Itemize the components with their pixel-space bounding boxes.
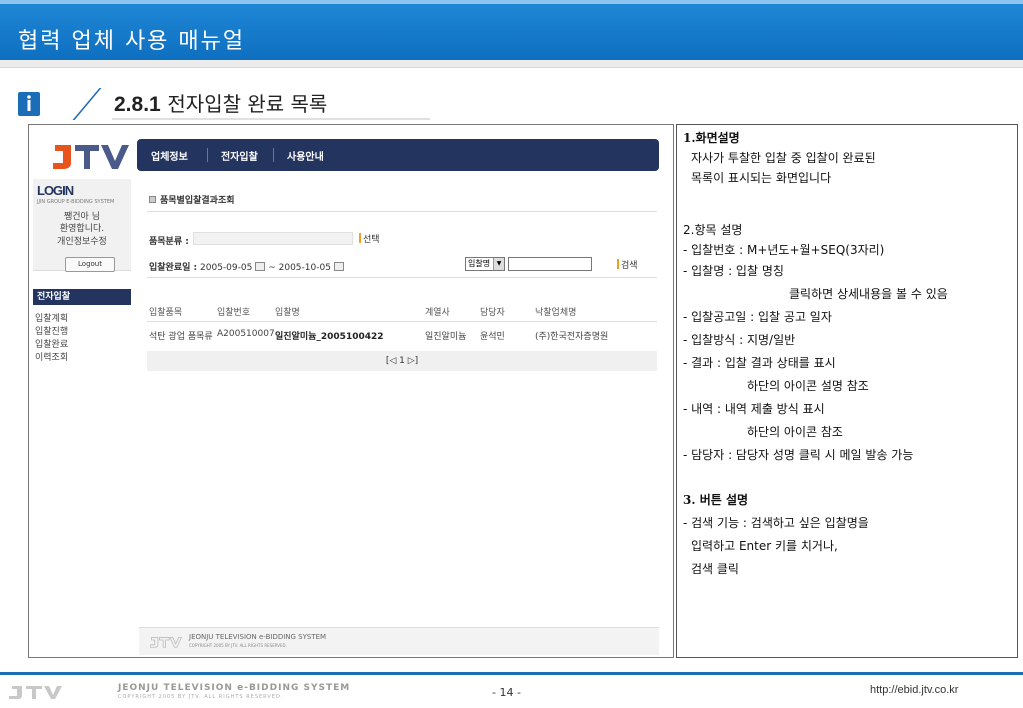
section-underline bbox=[112, 118, 430, 120]
menu-item-bid-complete[interactable]: 입찰완료 bbox=[35, 337, 68, 350]
login-title: LOGIN bbox=[37, 183, 74, 198]
desc-s3-title-text: 3. 버튼 설명 bbox=[683, 493, 749, 507]
top-nav: 업체정보 전자입찰 사용안내 bbox=[137, 139, 659, 171]
login-subtitle: JJIN GROUP E-BIDDING SYSTEM bbox=[37, 199, 115, 205]
desc-line: - 결과 : 입찰 결과 상태를 표시 bbox=[683, 356, 836, 370]
login-box: LOGIN JJIN GROUP E-BIDDING SYSTEM 쨍건아 님 … bbox=[33, 179, 131, 272]
page-number: - 14 - bbox=[492, 686, 521, 699]
cell-manager-link[interactable]: 윤석민 bbox=[480, 329, 505, 342]
footer-system-name: JEONJU TELEVISION e-BIDDING SYSTEM bbox=[118, 683, 351, 693]
nav-separator bbox=[207, 148, 208, 162]
nav-e-bidding[interactable]: 전자입찰 bbox=[221, 148, 258, 163]
divider bbox=[147, 211, 657, 212]
title-bullet-icon bbox=[149, 196, 156, 203]
desc-line: - 담당자 : 담당자 성명 클릭 시 메일 발송 가능 bbox=[683, 448, 914, 462]
category-input[interactable] bbox=[193, 232, 353, 245]
desc-line: 입력하고 Enter 키를 치거나, bbox=[691, 539, 838, 553]
header-divider bbox=[0, 60, 1023, 68]
app-footer-copyright: COPYRIGHT 2005 BY JTV. ALL RIGHTS RESERV… bbox=[189, 643, 287, 648]
col-header-item: 입찰품목 bbox=[149, 308, 183, 318]
desc-line: 클릭하면 상세내용을 볼 수 있음 bbox=[789, 287, 948, 301]
search-type-value: 입찰명 bbox=[468, 259, 491, 268]
date-separator: ~ bbox=[268, 263, 276, 273]
col-header-winner: 낙찰업체명 bbox=[535, 308, 577, 318]
left-sidebar: LOGIN JJIN GROUP E-BIDDING SYSTEM 쨍건아 님 … bbox=[29, 173, 133, 653]
search-button[interactable]: 검색 bbox=[617, 258, 638, 271]
col-header-bid-name: 입찰명 bbox=[275, 308, 300, 318]
footer-copyright: COPYRIGHT 2005 BY JTV. ALL RIGHTS RESERV… bbox=[118, 694, 284, 700]
desc-line: 자사가 투찰한 입찰 중 입찰이 완료된 bbox=[691, 151, 876, 165]
cell-item: 석탄 광업 품목류 bbox=[149, 332, 213, 342]
calendar-icon[interactable] bbox=[333, 262, 344, 271]
select-button[interactable]: 선택 bbox=[359, 232, 380, 245]
nav-user-guide[interactable]: 사용안내 bbox=[287, 148, 324, 163]
calendar-icon[interactable] bbox=[255, 262, 266, 271]
page-title-text: 품목별입찰결과조회 bbox=[160, 196, 235, 206]
desc-s1-title-text: 1.화면설명 bbox=[683, 131, 740, 145]
page-title: 품목별입찰결과조회 bbox=[149, 193, 235, 206]
divider bbox=[147, 277, 657, 278]
nav-company-info[interactable]: 업체정보 bbox=[151, 148, 188, 163]
desc-line: 검색 클릭 bbox=[691, 562, 739, 576]
desc-line: - 검색 기능 : 검색하고 싶은 입찰명을 bbox=[683, 516, 869, 530]
desc-line: - 입찰번호 : M+년도+월+SEQ(3자리) bbox=[683, 243, 885, 257]
desc-line: 하단의 아이콘 설명 참조 bbox=[747, 379, 869, 393]
desc-line: 목록이 표시되는 화면입니다 bbox=[691, 171, 832, 185]
desc-line: 하단의 아이콘 참조 bbox=[747, 425, 843, 439]
desc-line: - 입찰방식 : 지명/일반 bbox=[683, 333, 796, 347]
cell-affiliate: 일진알미늄 bbox=[425, 332, 467, 342]
desc-line: - 입찰명 : 입찰 명칭 bbox=[683, 264, 784, 278]
date-label: 입찰완료일 : bbox=[149, 263, 198, 273]
search-input[interactable] bbox=[508, 257, 592, 271]
section-divider-slash bbox=[72, 88, 102, 120]
pagination[interactable]: [◁ 1 ▷] bbox=[147, 351, 657, 371]
menu-item-bid-progress[interactable]: 입찰진행 bbox=[35, 324, 68, 337]
manual-title: 협력 업체 사용 매뉴얼 bbox=[18, 29, 246, 54]
chevron-down-icon: ▼ bbox=[493, 258, 504, 270]
search-type-select[interactable]: 입찰명 ▼ bbox=[465, 257, 505, 271]
jtv-logo[interactable] bbox=[49, 139, 133, 173]
date-from[interactable]: 2005-09-05 bbox=[200, 263, 252, 273]
section-title: 2.8.1 전자입찰 완료 목록 bbox=[114, 88, 327, 117]
desc-line: - 입찰공고일 : 입찰 공고 일자 bbox=[683, 310, 832, 324]
section-name: 전자입찰 완료 목록 bbox=[167, 92, 328, 116]
desc-line: - 내역 : 내역 제출 방식 표시 bbox=[683, 402, 825, 416]
menu-item-history[interactable]: 이력조회 bbox=[35, 350, 68, 363]
category-label: 품목분류 : bbox=[149, 234, 189, 247]
cell-bid-no: A200510007 bbox=[217, 329, 275, 339]
app-footer: JEONJU TELEVISION e-BIDDING SYSTEM COPYR… bbox=[139, 627, 659, 655]
manual-header: 협력 업체 사용 매뉴얼 bbox=[0, 0, 1023, 60]
desc-section2-title: 2.항목 설명 bbox=[683, 223, 743, 237]
desc-section3-title: 3. 버튼 설명 bbox=[683, 491, 748, 508]
date-to[interactable]: 2005-10-05 bbox=[279, 263, 331, 273]
logout-button[interactable]: Logout bbox=[65, 257, 115, 272]
category-label-text: 품목분류 : bbox=[149, 237, 189, 247]
menu-header[interactable]: 전자입찰 bbox=[33, 289, 131, 305]
divider bbox=[147, 321, 657, 322]
jtv-footer-logo bbox=[150, 637, 183, 648]
col-header-bid-no: 입찰번호 bbox=[217, 308, 251, 318]
col-header-manager: 담당자 bbox=[480, 308, 505, 318]
footer-url[interactable]: http://ebid.jtv.co.kr bbox=[870, 684, 958, 696]
info-icon bbox=[18, 92, 40, 116]
cell-winner: (주)한국전자증명원 bbox=[535, 332, 609, 342]
desc-section1-title: 1.화면설명 bbox=[683, 129, 740, 146]
app-footer-title: JEONJU TELEVISION e-BIDDING SYSTEM bbox=[189, 633, 327, 641]
footer-divider bbox=[0, 672, 1023, 675]
col-header-affiliate: 계열사 bbox=[425, 308, 450, 318]
description-panel: 1.화면설명 자사가 투찰한 입찰 중 입찰이 완료된 목록이 표시되는 화면입… bbox=[676, 124, 1018, 658]
cell-bid-name-link[interactable]: 일진알미늄_2005100422 bbox=[275, 329, 384, 342]
nav-separator bbox=[273, 148, 274, 162]
jtv-logo bbox=[9, 686, 62, 699]
login-welcome: 환영합니다. bbox=[59, 224, 105, 234]
menu-item-bid-plan[interactable]: 입찰계획 bbox=[35, 311, 68, 324]
edit-profile-link[interactable]: 개인정보수정 bbox=[33, 234, 131, 247]
screenshot-frame: 업체정보 전자입찰 사용안내 LOGIN JJIN GROUP E-BIDDIN… bbox=[28, 124, 674, 658]
date-filter: 입찰완료일 : 2005-09-05 ~ 2005-10-05 bbox=[149, 260, 344, 273]
section-number: 2.8.1 bbox=[114, 93, 161, 116]
